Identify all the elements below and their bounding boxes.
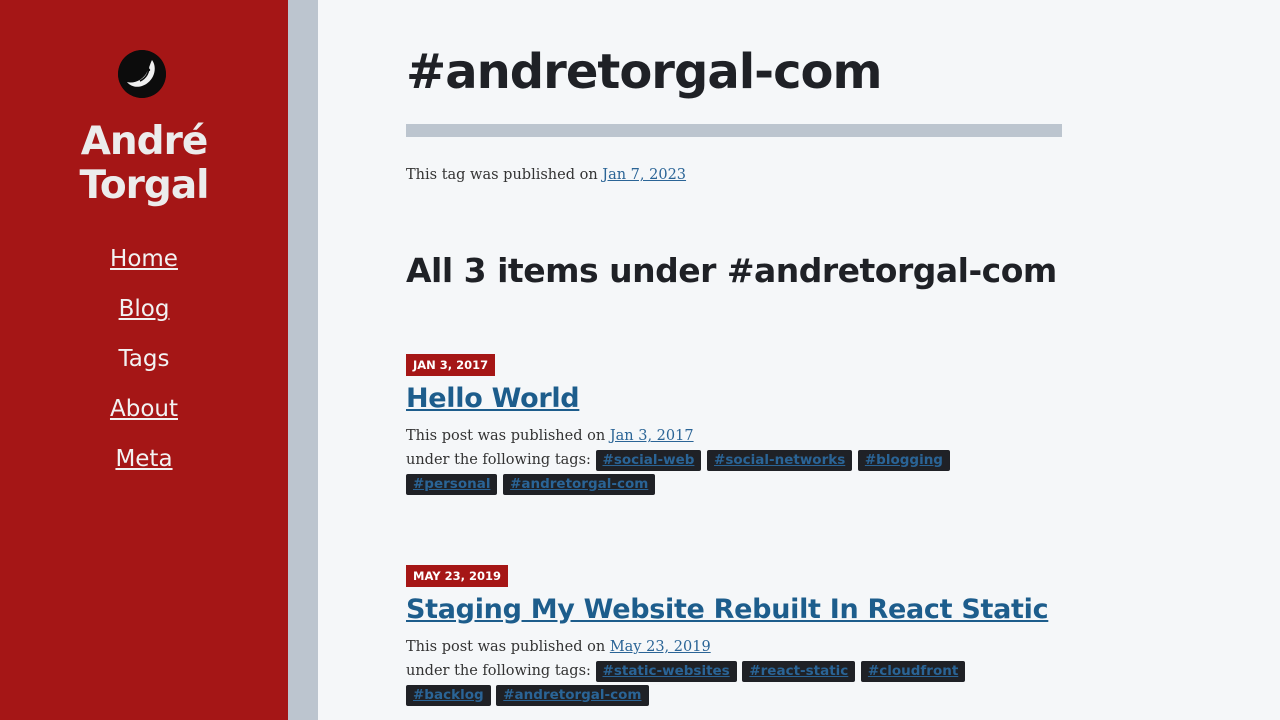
post-tags-line: under the following tags: #static-websit…	[406, 659, 1026, 707]
main-nav: Home Blog Tags About Meta	[0, 240, 288, 490]
post-meta: This post was published on May 23, 2019 …	[406, 635, 1046, 707]
tag-chip[interactable]: #backlog	[406, 684, 491, 706]
tag-chip[interactable]: #personal	[406, 473, 498, 495]
tag-chip[interactable]: #andretorgal-com	[503, 473, 656, 495]
nav-item-blog[interactable]: Blog	[0, 290, 288, 340]
tag-chip[interactable]: #blogging	[857, 449, 950, 471]
tag-chip[interactable]: #andretorgal-com	[496, 684, 649, 706]
nav-item-meta[interactable]: Meta	[0, 440, 288, 490]
title-divider	[406, 124, 1062, 137]
site-name-line2: Torgal	[79, 163, 209, 208]
post-published-line: This post was published on Jan 3, 2017	[406, 424, 1046, 448]
nav-item-home[interactable]: Home	[0, 240, 288, 290]
site-name-line1: André	[80, 119, 209, 164]
post-meta: This post was published on Jan 3, 2017 u…	[406, 424, 1046, 496]
post-published-line: This post was published on May 23, 2019	[406, 635, 1046, 659]
post-published-date-link[interactable]: Jan 3, 2017	[610, 428, 694, 444]
post-published-prefix: This post was published on	[406, 428, 610, 444]
post-published-prefix: This post was published on	[406, 639, 610, 655]
post-item: MAY 23, 2019 Staging My Website Rebuilt …	[406, 565, 1049, 707]
post-tags-prefix: under the following tags:	[406, 452, 596, 468]
post-tags-line: under the following tags: #social-web #s…	[406, 448, 1026, 496]
sidebar: André Torgal Home Blog Tags About Meta	[0, 0, 288, 720]
nav-item-about[interactable]: About	[0, 390, 288, 440]
tag-published-date-link[interactable]: Jan 7, 2023	[602, 167, 686, 183]
post-title-link[interactable]: Hello World	[406, 383, 1046, 414]
tag-published-line: This tag was published on Jan 7, 2023	[406, 167, 686, 183]
site-name[interactable]: André Torgal	[0, 120, 288, 208]
post-date-badge: MAY 23, 2019	[406, 565, 508, 587]
page-title: #andretorgal-com	[406, 44, 883, 100]
tag-chip[interactable]: #social-web	[595, 449, 702, 471]
post-tags-prefix: under the following tags:	[406, 663, 596, 679]
nav-item-tags[interactable]: Tags	[0, 340, 288, 390]
post-title-link[interactable]: Staging My Website Rebuilt In React Stat…	[406, 594, 1049, 625]
site-logo-icon[interactable]	[118, 50, 166, 98]
section-title: All 3 items under #andretorgal-com	[406, 251, 1057, 290]
tag-chip[interactable]: #social-networks	[707, 449, 853, 471]
tag-published-prefix: This tag was published on	[406, 167, 603, 183]
sidebar-gutter	[288, 0, 318, 720]
post-item: JAN 3, 2017 Hello World This post was pu…	[406, 354, 1046, 496]
post-date-badge: JAN 3, 2017	[406, 354, 496, 376]
tag-chip[interactable]: #cloudfront	[860, 660, 966, 682]
post-published-date-link[interactable]: May 23, 2019	[610, 639, 711, 655]
tag-chip[interactable]: #react-static	[742, 660, 856, 682]
tag-chip[interactable]: #static-websites	[595, 660, 737, 682]
